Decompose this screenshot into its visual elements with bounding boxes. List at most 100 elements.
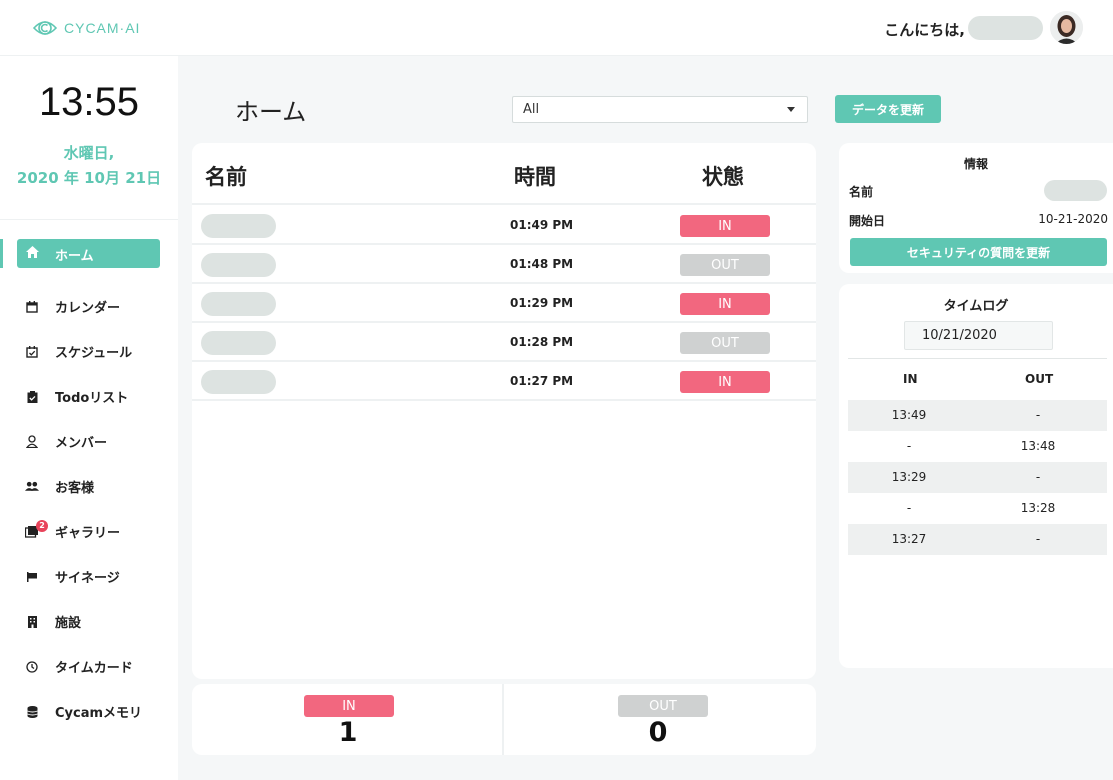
timelog-row: 13:27 - [848,524,1107,555]
time-cell: 01:27 PM [510,374,574,388]
timelog-in-cell: 13:49 [891,408,927,422]
info-title: 情報 [963,157,988,171]
table-row[interactable]: 01:27 PM IN [192,362,816,401]
sidebar-divider [0,219,178,220]
sidebar-item-label: タイムカード [55,661,133,676]
timelog-row: 13:29 - [848,462,1107,493]
sidebar-item-label: ホーム [55,249,94,264]
top-bar: CYCAM·AI こんにちは, [0,0,1113,56]
clock-icon [25,660,39,674]
update-security-question-button[interactable]: セキュリティの質問を更新 [850,238,1107,266]
name-placeholder [201,253,276,277]
timelog-out-cell: 13:48 [1020,439,1056,453]
sidebar-item-label: Todoリスト [55,391,129,406]
weekday: 水曜日, [63,144,115,162]
sidebar-item-home[interactable]: ホーム [0,239,178,284]
clock: 13:55 [38,80,140,124]
status-badge: IN [680,371,770,393]
timelog-in-header: IN [903,372,918,386]
filter-select[interactable]: All [512,96,808,123]
timelog-out-cell: - [1035,408,1041,422]
timelog-in-cell: - [906,501,912,515]
sidebar-nav: ホーム カレンダー スケジュール Todoリスト メンバー お客様 2 ギャラリ… [0,239,178,734]
timelog-out-cell: - [1035,470,1041,484]
status-badge: IN [680,215,770,237]
greeting-text: こんにちは, [884,21,965,39]
users-icon [25,480,39,494]
time-cell: 01:48 PM [510,257,574,271]
column-header-name: 名前 [205,165,247,189]
sidebar-item-cycam-memory[interactable]: Cycamメモリ [0,689,178,734]
name-placeholder [201,370,276,394]
sidebar-item-gallery[interactable]: 2 ギャラリー [0,509,178,554]
summary-panel: IN 1 OUT 0 [192,684,816,755]
timelog-in-cell: 13:27 [891,532,927,546]
gallery-badge: 2 [36,519,48,532]
timelog-row: - 13:28 [848,493,1107,524]
logo-text: CYCAM·AI [64,20,141,36]
info-panel: 情報 名前 開始日 10-21-2020 セキュリティの質問を更新 [839,143,1113,273]
sidebar-item-label: 施設 [55,616,82,631]
logo-icon [32,15,58,41]
sidebar-item-timecard[interactable]: タイムカード [0,644,178,689]
sidebar-item-members[interactable]: メンバー [0,419,178,464]
table-row[interactable]: 01:49 PM IN [192,206,816,245]
timelog-date-field[interactable]: 10/21/2020 [904,321,1053,350]
table-row[interactable]: 01:29 PM IN [192,284,816,323]
gallery-icon: 2 [25,519,48,539]
summary-out: OUT 0 [504,684,816,755]
column-header-time: 時間 [514,165,556,189]
sidebar-item-label: サイネージ [55,571,120,586]
sidebar-item-label: Cycamメモリ [55,706,143,721]
table-row[interactable]: 01:28 PM OUT [192,323,816,362]
filter-selected-value: All [523,102,540,117]
date: 2020 年 10月 21日 [16,169,162,187]
sidebar: 13:55 水曜日, 2020 年 10月 21日 ホーム カレンダー スケジュ… [0,56,178,780]
timelog-panel: タイムログ 10/21/2020 IN OUT 13:49 - - 13:48 … [839,284,1113,668]
timelog-title: タイムログ [943,299,1009,314]
summary-out-badge: OUT [618,695,708,717]
timelog-out-header: OUT [1025,372,1054,386]
time-cell: 01:49 PM [510,218,574,232]
building-icon [25,615,39,629]
table-header: 名前 時間 状態 [192,143,816,205]
timelog-out-cell: - [1035,532,1041,546]
time-cell: 01:28 PM [510,335,574,349]
column-header-status: 状態 [702,165,744,189]
sidebar-item-todo[interactable]: Todoリスト [0,374,178,419]
info-name-placeholder [1044,180,1107,201]
name-placeholder [201,331,276,355]
info-start-label: 開始日 [849,214,886,228]
table-row[interactable]: 01:48 PM OUT [192,245,816,284]
name-placeholder [201,214,276,238]
calendar-icon [25,300,39,314]
database-icon [25,705,39,719]
sidebar-item-label: ギャラリー [55,526,121,541]
sidebar-item-label: カレンダー [55,301,121,316]
timelog-in-cell: 13:29 [891,470,927,484]
sidebar-item-customers[interactable]: お客様 [0,464,178,509]
summary-in-count: 1 [338,717,358,748]
sidebar-item-label: メンバー [55,436,108,451]
sidebar-item-signage[interactable]: サイネージ [0,554,178,599]
logo[interactable]: CYCAM·AI [32,15,140,41]
user-icon [25,435,39,449]
timelog-row: - 13:48 [848,431,1107,462]
summary-in-badge: IN [304,695,394,717]
status-badge: OUT [680,254,770,276]
sidebar-item-calendar[interactable]: カレンダー [0,284,178,329]
page-title: ホーム [235,98,307,126]
sidebar-item-facilities[interactable]: 施設 [0,599,178,644]
timelog-divider [848,358,1107,359]
avatar[interactable] [1050,11,1083,44]
sidebar-item-label: スケジュール [55,346,133,361]
clipboard-icon [25,390,39,404]
status-badge: OUT [680,332,770,354]
user-name-placeholder [968,16,1043,40]
refresh-data-button[interactable]: データを更新 [835,95,941,123]
sidebar-item-schedule[interactable]: スケジュール [0,329,178,374]
chevron-down-icon [787,107,795,112]
time-cell: 01:29 PM [510,296,574,310]
home-icon [25,245,39,259]
timelog-out-cell: 13:28 [1020,501,1056,515]
